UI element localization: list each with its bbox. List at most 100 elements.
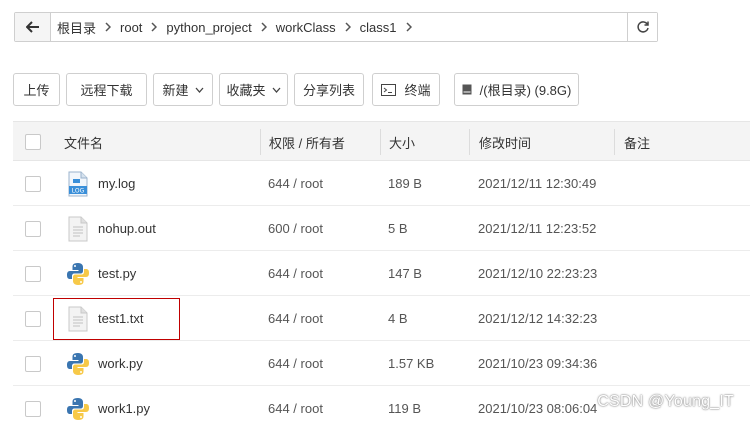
- breadcrumb-label: class1: [359, 19, 397, 35]
- file-name-cell[interactable]: test.py: [66, 251, 136, 296]
- column-divider: [614, 129, 615, 155]
- row-checkbox-cell: [25, 251, 41, 296]
- column-header-label: 大小: [389, 135, 416, 151]
- modified-cell: 2021/12/12 14:32:23: [478, 311, 598, 326]
- permission-cell: 644 / root: [268, 401, 323, 416]
- breadcrumb: 根目录 root python_project workClass class1: [14, 12, 658, 42]
- permission-cell: 644 / root: [268, 356, 323, 371]
- row-checkbox[interactable]: [25, 175, 41, 192]
- row-checkbox-cell: [25, 296, 41, 341]
- size-cell: 5 B: [388, 221, 408, 236]
- breadcrumb-item-class1[interactable]: class1: [360, 13, 421, 41]
- row-checkbox[interactable]: [25, 220, 41, 237]
- breadcrumb-item-root-dir[interactable]: 根目录: [57, 13, 120, 41]
- column-header-permission[interactable]: 权限 / 所有者: [269, 122, 345, 162]
- row-checkbox[interactable]: [25, 355, 41, 372]
- python-file-icon: [66, 260, 90, 288]
- watermark: CSDN @Young_IT: [597, 393, 734, 410]
- chevron-right-icon: [151, 22, 158, 32]
- arrow-left-icon: [25, 21, 39, 33]
- table-row[interactable]: LOG my.log 644 / root 189 B 2021/12/11 1…: [13, 161, 750, 206]
- refresh-button[interactable]: [627, 13, 657, 41]
- remote-download-label: 远程下载: [80, 83, 133, 98]
- new-label: 新建: [162, 83, 189, 98]
- column-divider: [469, 129, 470, 155]
- disk-button[interactable]: /(根目录) (9.8G): [454, 73, 579, 106]
- row-checkbox[interactable]: [25, 400, 41, 417]
- text-file-icon: [66, 215, 90, 243]
- file-name-cell[interactable]: LOG my.log: [66, 161, 135, 206]
- column-header-note[interactable]: 备注: [624, 122, 650, 162]
- table-row[interactable]: work.py 644 / root 1.57 KB 2021/10/23 09…: [13, 341, 750, 386]
- terminal-icon: [381, 83, 397, 96]
- python-file-icon: [66, 350, 90, 378]
- column-divider: [260, 129, 261, 155]
- file-name: work1.py: [98, 401, 151, 416]
- row-checkbox-cell: [25, 161, 41, 206]
- terminal-label: 终端: [404, 83, 431, 98]
- row-checkbox-cell: [25, 386, 41, 422]
- python-file-icon: [66, 395, 90, 422]
- size-cell: 147 B: [388, 266, 422, 281]
- table-header: 文件名 权限 / 所有者 大小 修改时间 备注: [13, 121, 750, 161]
- permission-cell: 644 / root: [268, 266, 323, 281]
- back-button[interactable]: [15, 13, 51, 41]
- column-header-name[interactable]: 文件名: [64, 122, 103, 162]
- terminal-button[interactable]: 终端: [372, 73, 440, 106]
- size-cell: 1.57 KB: [388, 356, 435, 371]
- size-cell: 189 B: [388, 176, 422, 191]
- new-dropdown-button[interactable]: 新建: [153, 73, 213, 106]
- disk-icon: [462, 84, 472, 95]
- row-checkbox-cell: [25, 341, 41, 386]
- permission-cell: 600 / root: [268, 221, 323, 236]
- modified-cell: 2021/12/11 12:23:52: [478, 221, 597, 236]
- column-header-size[interactable]: 大小: [389, 122, 415, 162]
- file-name: test.py: [98, 266, 137, 281]
- file-name-cell[interactable]: work1.py: [66, 386, 150, 422]
- breadcrumb-label: python_project: [166, 19, 252, 35]
- favorites-label: 收藏夹: [226, 83, 266, 98]
- disk-label: /(根目录) (9.8G): [479, 83, 572, 98]
- favorites-dropdown-button[interactable]: 收藏夹: [219, 73, 288, 106]
- chevron-down-icon: [195, 87, 204, 93]
- column-header-modified[interactable]: 修改时间: [479, 122, 531, 162]
- column-header-label: 备注: [624, 135, 651, 151]
- modified-cell: 2021/12/10 22:23:23: [478, 266, 598, 281]
- file-name-cell[interactable]: nohup.out: [66, 206, 156, 251]
- row-checkbox[interactable]: [25, 310, 41, 327]
- breadcrumb-label: 根目录: [57, 20, 97, 36]
- modified-cell: 2021/10/23 09:34:36: [478, 356, 598, 371]
- permission-cell: 644 / root: [268, 176, 323, 191]
- permission-cell: 644 / root: [268, 311, 323, 326]
- upload-button[interactable]: 上传: [13, 73, 60, 106]
- chevron-right-icon: [345, 22, 351, 32]
- breadcrumb-label: workClass: [275, 19, 336, 35]
- upload-label: 上传: [23, 83, 50, 98]
- breadcrumb-item-python-project[interactable]: python_project: [166, 13, 275, 41]
- file-name-cell[interactable]: work.py: [66, 341, 143, 386]
- select-all-checkbox[interactable]: [25, 134, 41, 150]
- share-list-button[interactable]: 分享列表: [294, 73, 364, 106]
- refresh-icon: [636, 21, 649, 33]
- table-row[interactable]: test.py 644 / root 147 B 2021/12/10 22:2…: [13, 251, 750, 296]
- highlight-annotation-box: [53, 298, 180, 340]
- column-header-label: 修改时间: [479, 135, 532, 151]
- remote-download-button[interactable]: 远程下载: [66, 73, 147, 106]
- row-checkbox-cell: [25, 206, 41, 251]
- modified-cell: 2021/12/11 12:30:49: [478, 176, 597, 191]
- select-all-cell: [25, 122, 41, 162]
- column-header-label: 文件名: [64, 135, 104, 151]
- file-name: my.log: [98, 176, 136, 191]
- chevron-down-icon: [272, 87, 281, 93]
- chevron-right-icon: [406, 22, 412, 32]
- log-file-icon: LOG: [66, 170, 90, 198]
- breadcrumb-item-root[interactable]: root: [120, 13, 166, 41]
- size-cell: 4 B: [388, 311, 408, 326]
- row-checkbox[interactable]: [25, 265, 41, 282]
- table-row[interactable]: nohup.out 600 / root 5 B 2021/12/11 12:2…: [13, 206, 750, 251]
- modified-cell: 2021/10/23 08:06:04: [478, 401, 598, 416]
- breadcrumb-item-workclass[interactable]: workClass: [276, 13, 360, 41]
- chevron-right-icon: [105, 22, 112, 32]
- file-name: nohup.out: [98, 221, 156, 236]
- column-divider: [380, 129, 381, 155]
